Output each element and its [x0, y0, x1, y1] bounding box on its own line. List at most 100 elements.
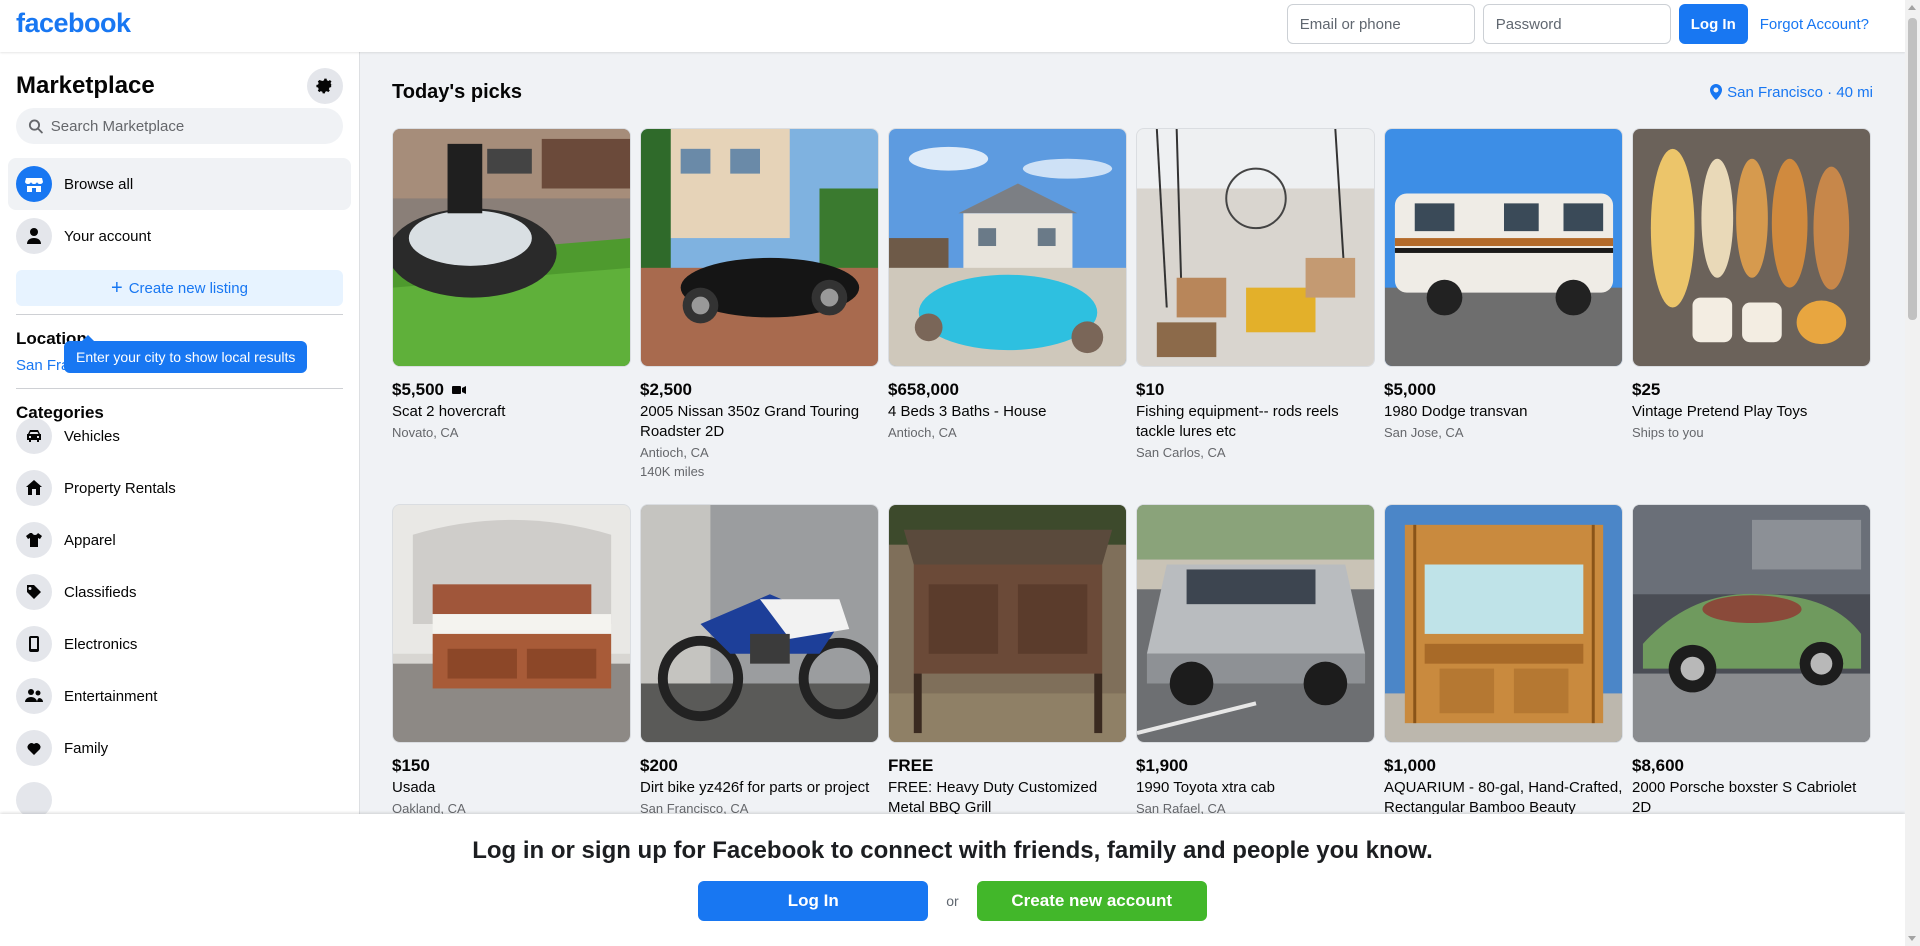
scroll-thumb[interactable] [1908, 18, 1917, 320]
category-apparel[interactable]: Apparel [0, 514, 359, 566]
category-property-rentals[interactable]: Property Rentals [0, 462, 359, 514]
gear-icon [316, 78, 333, 94]
search-input[interactable] [50, 117, 331, 135]
section-title: Today's picks [392, 80, 522, 103]
listing-location: Antioch, CA [640, 445, 709, 460]
category-label: Classifieds [64, 583, 137, 601]
login-button[interactable]: Log In [1678, 4, 1748, 44]
listing-image-porsche[interactable] [1632, 504, 1871, 743]
listing-image-aquarium[interactable] [1384, 504, 1623, 743]
or-separator: or [946, 893, 959, 909]
listing-title: 2000 Porsche boxster S Cabriolet 2D [1632, 779, 1857, 816]
listing-card[interactable]: $8,600 2000 Porsche boxster S Cabriolet … [1632, 504, 1871, 821]
heart-icon [16, 730, 52, 766]
page-title: Marketplace [16, 72, 155, 99]
category-family[interactable]: Family [0, 722, 359, 774]
forgot-account-link[interactable]: Forgot Account? [1760, 16, 1869, 33]
search-icon [28, 119, 43, 134]
sidebar-header: Marketplace [0, 52, 359, 108]
nav-your-account[interactable]: Your account [8, 210, 351, 262]
category-list: Vehicles Property Rentals Apparel Classi… [0, 410, 359, 826]
category-label: Family [64, 739, 109, 757]
create-listing-label: Create new listing [128, 279, 248, 297]
category-label: Electronics [64, 635, 138, 653]
nav-browse-all[interactable]: Browse all [8, 158, 351, 210]
listing-title: 4 Beds 3 Baths - House [888, 403, 1047, 420]
email-field[interactable] [1286, 4, 1475, 44]
search-box[interactable] [16, 108, 343, 144]
listing-price: $150 [392, 756, 430, 775]
login-form: Log In Forgot Account? [1286, 4, 1869, 44]
location-tooltip: Enter your city to show local results [64, 335, 308, 373]
listing-card[interactable]: $10 Fishing equipment-- rods reels tackl… [1136, 128, 1375, 504]
nav-label: Browse all [64, 175, 134, 193]
listing-image-toyota[interactable] [1136, 504, 1375, 743]
listing-card[interactable]: $2,500 2005 Nissan 350z Grand Touring Ro… [640, 128, 879, 504]
storefront-icon [16, 166, 52, 202]
listing-price: $5,000 [1384, 380, 1436, 399]
listing-image-toys[interactable] [1632, 128, 1871, 367]
category-electronics[interactable]: Electronics [0, 618, 359, 670]
listing-price: FREE [888, 756, 934, 775]
listing-price: $1,000 [1384, 756, 1436, 775]
person-icon [16, 218, 52, 254]
facebook-logo[interactable]: facebook [16, 8, 131, 39]
listing-price: $2,500 [640, 380, 692, 399]
listing-title: 2005 Nissan 350z Grand Touring Roadster … [640, 403, 860, 440]
listing-title: Vintage Pretend Play Toys [1632, 403, 1808, 420]
listing-card[interactable]: $1,000 AQUARIUM - 80-gal, Hand-Crafted, … [1384, 504, 1623, 821]
listing-image-house[interactable] [888, 128, 1127, 367]
listing-mileage: 140K miles [640, 464, 705, 479]
listing-image-bed[interactable] [392, 504, 631, 743]
video-icon [452, 386, 466, 394]
listing-image-van[interactable] [1384, 128, 1623, 367]
category-label: Property Rentals [64, 479, 176, 497]
shirt-icon [16, 522, 52, 558]
listing-title: 1980 Dodge transvan [1384, 403, 1528, 420]
listing-location: Novato, CA [392, 425, 459, 440]
scrollbar[interactable] [1905, 0, 1920, 946]
nav-label: Your account [64, 227, 152, 245]
listing-card[interactable]: $658,000 4 Beds 3 Baths - House Antioch,… [888, 128, 1127, 504]
listing-card[interactable]: $5,500 Scat 2 hovercraft Novato, CA [392, 128, 631, 504]
create-account-button[interactable]: Create new account [976, 881, 1207, 921]
sidebar: Marketplace Browse all Your account + Cr… [0, 52, 360, 946]
listing-image-fishing[interactable] [1136, 128, 1375, 367]
location-filter-label: San Francisco · 40 mi [1727, 83, 1873, 101]
listing-image-dirtbike[interactable] [640, 504, 879, 743]
tag-icon [16, 574, 52, 610]
listing-card[interactable]: $25 Vintage Pretend Play Toys Ships to y… [1632, 128, 1871, 504]
listing-image-nissan[interactable] [640, 128, 879, 367]
listings-grid: $5,500 Scat 2 hovercraft Novato, CA $2,5… [392, 128, 1871, 821]
create-listing-button[interactable]: + Create new listing [16, 270, 343, 306]
listing-title: Dirt bike yz426f for parts or project [640, 779, 870, 796]
listing-card[interactable]: $5,000 1980 Dodge transvan San Jose, CA [1384, 128, 1623, 504]
listing-location: San Carlos, CA [1136, 445, 1226, 460]
location-filter[interactable]: San Francisco · 40 mi [1709, 84, 1873, 101]
listing-card[interactable]: $200 Dirt bike yz426f for parts or proje… [640, 504, 879, 821]
category-entertainment[interactable]: Entertainment [0, 670, 359, 722]
scroll-up-arrow[interactable] [1908, 5, 1916, 10]
listing-price: $200 [640, 756, 678, 775]
category-icon [16, 782, 52, 818]
banner-login-button[interactable]: Log In [698, 881, 929, 921]
category-classifieds[interactable]: Classifieds [0, 566, 359, 618]
password-field[interactable] [1482, 4, 1671, 44]
settings-button[interactable] [307, 68, 343, 104]
category-vehicles[interactable]: Vehicles [0, 410, 359, 462]
listing-title: Scat 2 hovercraft [392, 403, 506, 420]
listing-location: Antioch, CA [888, 425, 957, 440]
category-label: Apparel [64, 531, 116, 549]
listing-card[interactable]: $150 Usada Oakland, CA [392, 504, 631, 821]
listing-card[interactable]: FREE FREE: Heavy Duty Customized Metal B… [888, 504, 1127, 821]
listing-price: $25 [1632, 380, 1661, 399]
listing-image-grill[interactable] [888, 504, 1127, 743]
listing-price: $5,500 [392, 380, 631, 400]
listing-card[interactable]: $1,900 1990 Toyota xtra cab San Rafael, … [1136, 504, 1375, 821]
listing-location: San Jose, CA [1384, 425, 1464, 440]
category-label: Vehicles [64, 427, 120, 445]
phone-icon [16, 626, 52, 662]
listing-image-hovercraft[interactable] [392, 128, 631, 367]
scroll-down-arrow[interactable] [1908, 936, 1916, 941]
main-header: Today's picks San Francisco · 40 mi [360, 52, 1905, 108]
